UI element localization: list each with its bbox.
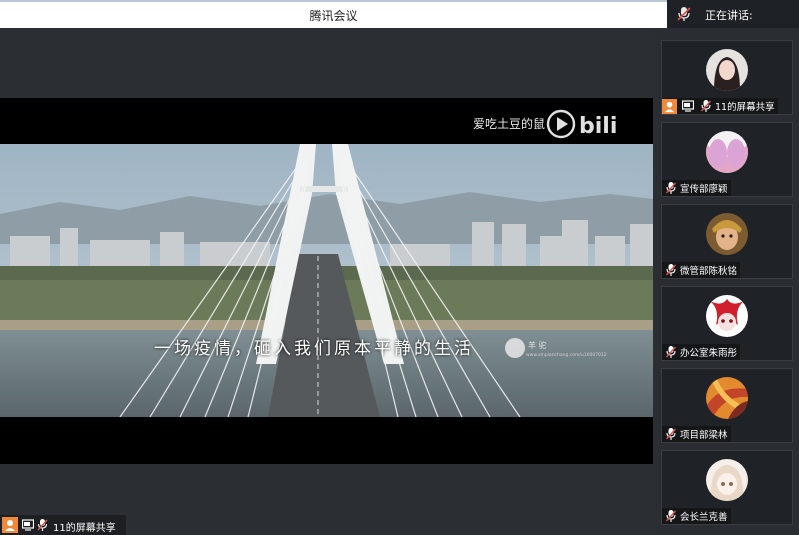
mic-muted-icon xyxy=(665,346,677,358)
watermark-url: www.xinpianchang.com/u10007012 xyxy=(526,353,607,358)
person-icon xyxy=(662,98,677,114)
participant-name: 项目部梁林 xyxy=(680,430,728,441)
mic-muted-icon xyxy=(665,510,677,522)
screen-share-status[interactable]: 11的屏幕共享 xyxy=(0,515,126,535)
participant-tile[interactable]: 宣传部廖颖 xyxy=(661,122,793,197)
video-frame xyxy=(0,144,653,417)
participant-name: 会长兰克善 xyxy=(680,512,728,523)
speaking-label: 正在讲话: xyxy=(705,9,753,22)
participant-namebar: 宣传部廖颖 xyxy=(662,180,731,196)
participant-namebar: 11的屏幕共享 xyxy=(662,98,778,114)
title-bar: 腾讯会议 xyxy=(0,0,667,28)
participant-namebar: 办公室朱雨彤 xyxy=(662,344,741,360)
mic-muted-icon xyxy=(700,100,712,112)
video-subtitle: 一场疫情，砸入我们原本平静的生活 xyxy=(154,339,474,359)
participant-name: 11的屏幕共享 xyxy=(715,102,775,113)
shared-screen-area[interactable]: 爱吃土豆的鼠 bili 一场疫情，砸入我们原本平静的生活 羊 驼 www.xin… xyxy=(0,28,655,535)
video-channel-text: 爱吃土豆的鼠 xyxy=(472,117,545,131)
participant-tile[interactable]: 会长兰克善 xyxy=(661,450,793,525)
avatar xyxy=(706,377,748,419)
speaking-indicator: 正在讲话: xyxy=(667,0,799,28)
participant-name: 微管部陈秋铭 xyxy=(680,266,738,277)
mic-muted-icon xyxy=(665,428,677,440)
mic-muted-icon xyxy=(677,7,691,21)
participant-namebar: 微管部陈秋铭 xyxy=(662,262,741,278)
svg-text:bili: bili xyxy=(579,114,617,139)
screen-share-icon xyxy=(682,100,694,112)
shared-video[interactable]: 爱吃土豆的鼠 bili 一场疫情，砸入我们原本平静的生活 羊 驼 www.xin… xyxy=(0,98,653,464)
watermark-logo-icon xyxy=(505,338,525,358)
avatar xyxy=(706,213,748,255)
screen-share-label: 11的屏幕共享 xyxy=(53,523,116,534)
mic-muted-icon xyxy=(665,264,677,276)
avatar xyxy=(706,49,748,91)
window-title: 腾讯会议 xyxy=(309,9,358,23)
participant-name: 宣传部廖颖 xyxy=(680,184,728,195)
participant-namebar: 会长兰克善 xyxy=(662,508,731,524)
bridge-scene-image xyxy=(0,144,653,417)
participant-panel: 11的屏幕共享 宣传部廖颖 微管部陈秋铭 办公室朱雨彤 项目部梁林 会长兰克善 xyxy=(655,28,799,535)
participant-tile[interactable]: 11的屏幕共享 xyxy=(661,40,793,115)
meeting-window: 腾讯会议 正在讲话: 爱吃土豆的鼠 bili 一场疫情，砸入我们原本平静的生活 … xyxy=(0,0,799,535)
bilibili-logo: bili xyxy=(546,109,617,139)
participant-tile[interactable]: 项目部梁林 xyxy=(661,368,793,443)
avatar xyxy=(706,295,748,337)
mic-muted-icon xyxy=(665,182,677,194)
mic-muted-icon xyxy=(37,519,48,531)
person-icon xyxy=(2,517,18,533)
avatar xyxy=(706,459,748,501)
participant-namebar: 项目部梁林 xyxy=(662,426,731,442)
participant-name: 办公室朱雨彤 xyxy=(680,348,738,359)
participant-tile[interactable]: 微管部陈秋铭 xyxy=(661,204,793,279)
watermark-name: 羊 驼 xyxy=(528,341,547,350)
avatar xyxy=(706,131,748,173)
screen-share-icon xyxy=(22,519,34,531)
participant-tile[interactable]: 办公室朱雨彤 xyxy=(661,286,793,361)
video-letterbox-bottom xyxy=(0,417,653,464)
